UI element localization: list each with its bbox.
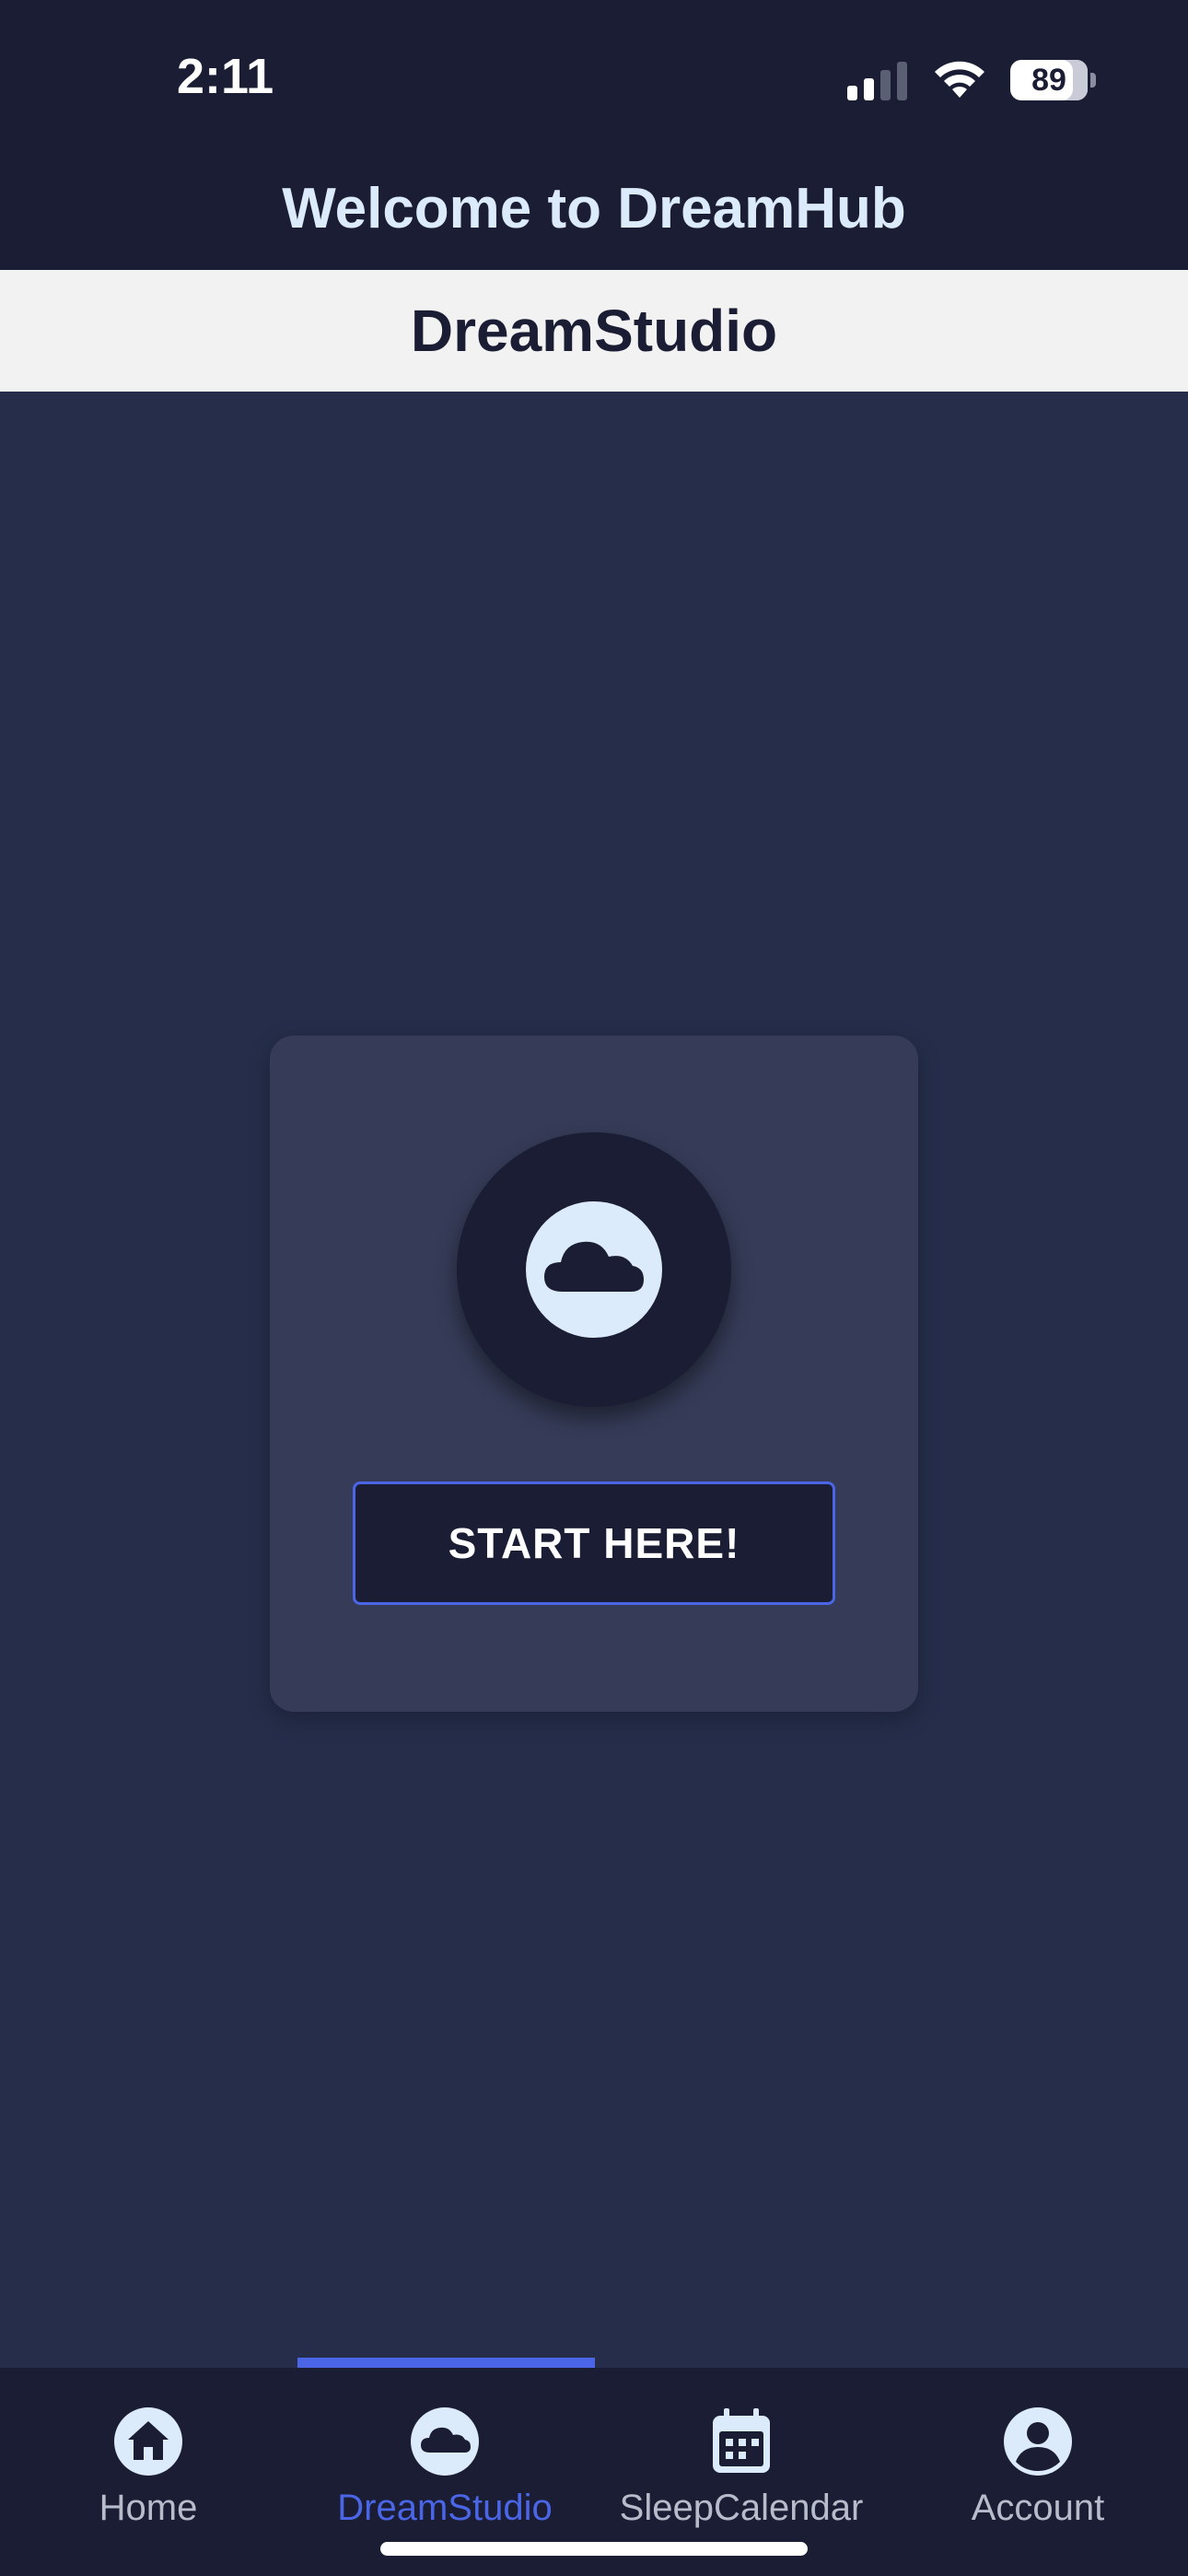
tab-home[interactable]: Home	[0, 2368, 297, 2576]
start-here-button[interactable]: START HERE!	[353, 1481, 835, 1605]
wifi-icon	[935, 61, 984, 98]
tab-label-home: Home	[99, 2488, 198, 2528]
status-icons: 89	[847, 55, 1096, 105]
battery-icon: 89	[1010, 60, 1096, 100]
cloud-badge	[457, 1132, 731, 1407]
status-time: 2:11	[177, 49, 274, 104]
status-bar: 2:11 89	[0, 0, 1188, 147]
tab-label-account: Account	[971, 2488, 1105, 2528]
app-header: Welcome to DreamHub	[0, 147, 1188, 270]
cloud-icon	[526, 1201, 662, 1338]
signal-icon	[847, 60, 907, 100]
battery-level: 89	[1010, 60, 1088, 100]
tab-account[interactable]: Account	[890, 2368, 1186, 2576]
cloud-icon	[408, 2405, 482, 2478]
home-indicator[interactable]	[380, 2542, 808, 2556]
tab-label-dreamstudio: DreamStudio	[337, 2488, 553, 2528]
active-tab-indicator	[297, 2358, 595, 2368]
page-title: DreamStudio	[410, 298, 778, 364]
tab-label-sleepcalendar: SleepCalendar	[619, 2488, 864, 2528]
app-title: Welcome to DreamHub	[282, 177, 906, 240]
home-icon	[111, 2405, 185, 2478]
calendar-icon	[705, 2405, 778, 2478]
dreamstudio-card: START HERE!	[270, 1036, 918, 1712]
section-header: DreamStudio	[0, 270, 1188, 392]
account-icon	[1001, 2405, 1075, 2478]
